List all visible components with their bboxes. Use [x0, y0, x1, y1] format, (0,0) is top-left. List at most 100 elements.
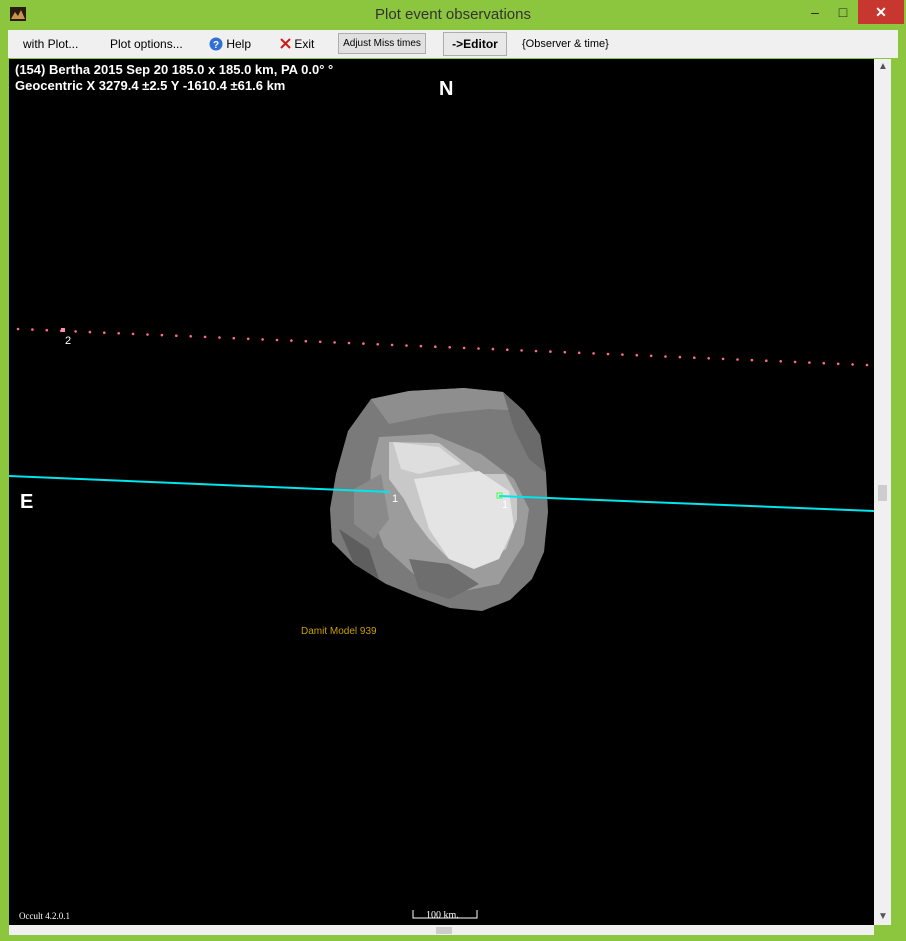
miss-dot — [606, 352, 610, 356]
menu-with-plot[interactable]: with Plot... — [23, 30, 78, 58]
miss-dot — [390, 343, 394, 347]
chord-label-1: 1 — [392, 493, 398, 505]
miss-dot — [434, 345, 437, 349]
plot-header-line1: (154) Bertha 2015 Sep 20 185.0 x 185.0 k… — [15, 62, 333, 77]
version-label: Occult 4.2.0.1 — [19, 911, 70, 921]
miss-dot — [218, 336, 221, 339]
miss-dot — [793, 360, 797, 364]
miss-dot — [448, 346, 452, 349]
miss-dot — [347, 341, 351, 345]
miss-dot — [275, 338, 279, 342]
maximize-button[interactable]: □ — [828, 0, 858, 24]
miss-dot — [693, 356, 696, 360]
miss-dot — [131, 332, 135, 336]
miss-dot — [31, 328, 34, 331]
miss-dot — [563, 350, 567, 354]
plot-canvas[interactable]: 2 1 1 (154) Bertha 2015 Sep 20 185.0 x 1… — [9, 59, 874, 925]
miss-dot — [318, 340, 322, 344]
chord-line-right — [498, 495, 874, 512]
miss-dot — [74, 330, 77, 333]
miss-dot — [462, 346, 466, 350]
miss-dot — [491, 347, 495, 351]
miss-dot — [175, 334, 178, 338]
plot-header-line2: Geocentric X 3279.4 ±2.5 Y -1610.4 ±61.6… — [15, 78, 285, 93]
model-label: Damit Model 939 — [301, 626, 377, 637]
miss-dot — [865, 363, 869, 367]
miss-dot — [664, 355, 667, 358]
miss-chord-dots — [16, 327, 869, 367]
miss-dot — [362, 342, 365, 345]
scroll-up-icon[interactable]: ▲ — [878, 61, 888, 72]
window-title: Plot event observations — [375, 6, 531, 23]
miss-dot — [88, 330, 92, 334]
horizontal-scroll-thumb[interactable] — [436, 927, 452, 934]
miss-dot — [678, 355, 682, 359]
menu-exit[interactable]: Exit — [280, 30, 314, 58]
miss-dot — [103, 331, 106, 335]
miss-dot — [290, 339, 293, 342]
miss-dot — [246, 337, 250, 341]
miss-dot — [419, 344, 423, 348]
miss-dot — [520, 349, 523, 352]
miss-dot — [621, 353, 624, 356]
chord-line-left — [9, 475, 391, 493]
vertical-scrollbar[interactable]: ▲ ▼ — [874, 59, 891, 925]
miss-dot — [635, 353, 639, 357]
horizontal-scrollbar[interactable] — [9, 925, 874, 935]
menu-bar: with Plot... Plot options... ? Help Exit… — [8, 30, 898, 58]
miss-dot — [750, 358, 754, 362]
title-bar[interactable]: Plot event observations – □ ✕ — [0, 0, 906, 30]
help-icon: ? — [209, 37, 223, 51]
exit-label: Exit — [294, 37, 315, 51]
editor-button[interactable]: ->Editor — [443, 32, 507, 56]
miss-dot — [549, 350, 552, 353]
miss-dot — [16, 327, 20, 331]
miss-dot — [232, 336, 236, 340]
miss-dot — [333, 341, 336, 344]
miss-dot — [765, 359, 768, 363]
miss-dot — [836, 362, 840, 366]
plot-svg: 2 1 1 (154) Bertha 2015 Sep 20 185.0 x 1… — [9, 62, 874, 921]
miss-dot — [160, 333, 164, 337]
minimize-button[interactable]: – — [800, 0, 830, 24]
miss-dot — [304, 339, 308, 343]
miss-dot — [117, 332, 120, 335]
miss-dot — [577, 351, 581, 355]
scroll-down-icon[interactable]: ▼ — [878, 911, 888, 922]
miss-dot — [779, 360, 782, 363]
chord-label-1b: 1 — [502, 499, 508, 511]
miss-dot — [203, 335, 207, 339]
help-label: Help — [226, 37, 252, 51]
miss-dot — [261, 338, 264, 341]
svg-text:?: ? — [213, 40, 219, 51]
exit-icon — [280, 38, 291, 49]
scale-label: 100 km. — [426, 910, 459, 921]
miss-dot — [592, 352, 595, 355]
north-label: N — [439, 78, 453, 100]
miss-dot — [534, 349, 538, 353]
miss-dot — [45, 328, 49, 332]
miss-dot — [736, 358, 739, 361]
miss-dot — [146, 333, 149, 336]
east-label: E — [20, 491, 33, 513]
miss-label-2: 2 — [65, 335, 71, 347]
miss-dot — [477, 347, 480, 350]
miss-dot — [376, 343, 380, 346]
miss-dot — [808, 361, 811, 364]
adjust-miss-times-button[interactable]: Adjust Miss times — [338, 33, 426, 54]
miss-dot — [822, 361, 826, 365]
miss-dot — [189, 335, 192, 338]
app-window: Plot event observations – □ ✕ with Plot.… — [0, 0, 906, 941]
miss-dot — [721, 357, 725, 361]
miss-dot — [851, 363, 854, 366]
miss-dot — [707, 357, 710, 360]
menu-help[interactable]: ? Help — [209, 30, 251, 58]
miss-dot — [405, 344, 408, 347]
vertical-scroll-thumb[interactable] — [878, 485, 887, 501]
menu-observer-time[interactable]: {Observer & time} — [522, 30, 609, 58]
menu-plot-options[interactable]: Plot options... — [110, 30, 183, 58]
close-button[interactable]: ✕ — [858, 0, 904, 24]
miss-dot — [649, 354, 653, 358]
asteroid-shape-model — [330, 388, 548, 611]
miss-dot — [506, 348, 509, 352]
